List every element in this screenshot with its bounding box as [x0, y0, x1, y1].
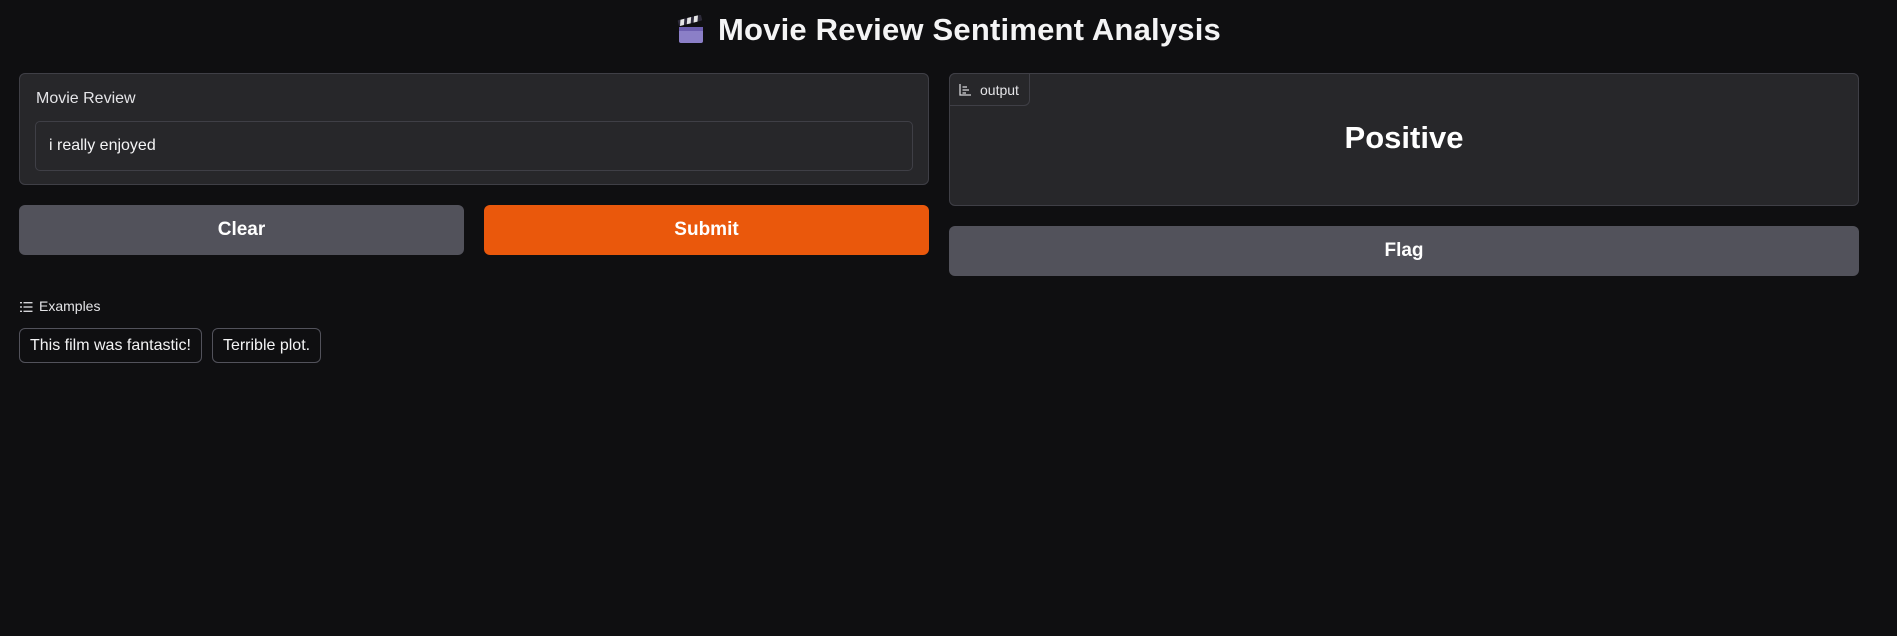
example-item[interactable]: Terrible plot.	[211, 328, 322, 363]
output-tag: output	[949, 73, 1030, 106]
title-row: Movie Review Sentiment Analysis	[0, 12, 1897, 48]
example-item[interactable]: This film was fantastic!	[19, 328, 202, 363]
page-title: Movie Review Sentiment Analysis	[718, 12, 1221, 47]
list-icon	[20, 300, 33, 312]
label-icon	[958, 83, 972, 97]
movie-review-input[interactable]	[35, 121, 913, 171]
submit-button[interactable]: Submit	[484, 205, 929, 255]
flag-button[interactable]: Flag	[949, 226, 1859, 276]
examples-list: This film was fantastic! Terrible plot.	[19, 328, 322, 363]
examples-header: Examples	[20, 298, 100, 314]
clear-button[interactable]: Clear	[19, 205, 464, 255]
movie-review-panel: Movie Review	[19, 73, 929, 185]
output-value: Positive	[1344, 120, 1464, 155]
movie-review-label: Movie Review	[36, 90, 136, 107]
examples-label: Examples	[39, 298, 101, 314]
output-tag-label: output	[980, 81, 1019, 98]
output-panel: output Positive	[949, 73, 1859, 206]
clapperboard-icon	[676, 14, 706, 45]
